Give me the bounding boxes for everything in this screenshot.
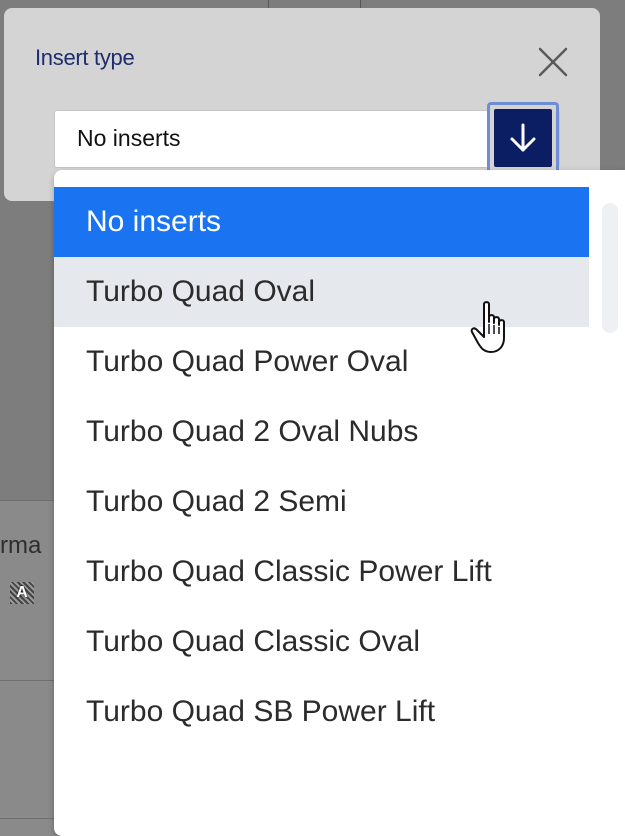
- dropdown-option[interactable]: No inserts: [54, 187, 589, 257]
- background-column-divider: [360, 0, 361, 8]
- dropdown-toggle-button[interactable]: [487, 102, 559, 174]
- close-button[interactable]: [531, 40, 575, 84]
- dropdown-scrollbar[interactable]: [602, 203, 618, 333]
- dropdown-toggle-inner: [494, 109, 552, 167]
- dropdown-option[interactable]: Turbo Quad Classic Oval: [54, 607, 589, 677]
- dropdown-option[interactable]: Turbo Quad 2 Semi: [54, 467, 589, 537]
- dropdown-option[interactable]: Turbo Quad Power Oval: [54, 327, 589, 397]
- background-partial-label: rma: [0, 532, 42, 559]
- dropdown-option[interactable]: Turbo Quad 2 Oval Nubs: [54, 397, 589, 467]
- background-column-divider: [268, 0, 269, 8]
- background-divider: [0, 818, 60, 819]
- close-icon: [538, 47, 568, 77]
- background-divider: [0, 500, 60, 501]
- insert-type-select[interactable]: No inserts: [54, 110, 560, 168]
- dialog-title: Insert type: [35, 45, 135, 70]
- dropdown-option[interactable]: Turbo Quad Oval: [54, 257, 589, 327]
- dropdown-option[interactable]: Turbo Quad SB Power Lift: [54, 677, 589, 747]
- insert-type-dropdown-list: No inserts Turbo Quad Oval Turbo Quad Po…: [54, 170, 625, 836]
- background-divider: [0, 680, 60, 681]
- select-value: No inserts: [77, 125, 181, 151]
- arrow-down-icon: [510, 123, 536, 152]
- dropdown-option[interactable]: Turbo Quad Classic Power Lift: [54, 537, 589, 607]
- background-badge-icon: A: [10, 582, 34, 604]
